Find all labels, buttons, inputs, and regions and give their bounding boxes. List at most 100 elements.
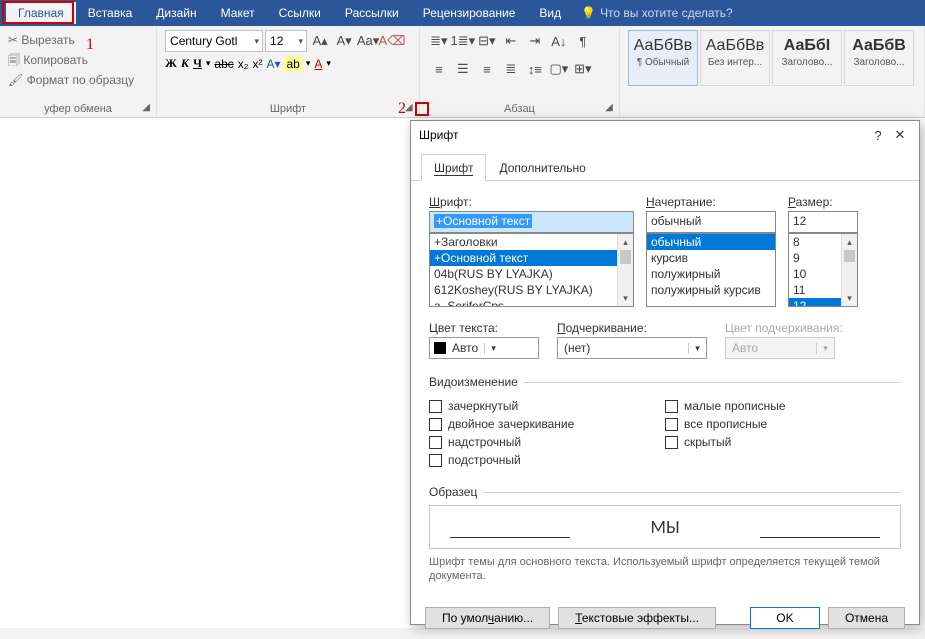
font-name-input-value: +Основной текст [434, 214, 532, 228]
style-label: Без интер... [703, 57, 767, 68]
btn-default[interactable]: По умолчанию... [425, 607, 550, 629]
borders-icon[interactable]: ⊞▾ [572, 58, 594, 80]
copy-button[interactable]: 🗐 Копировать [8, 50, 148, 70]
tab-layout[interactable]: Макет [209, 2, 267, 24]
shrink-font-icon[interactable]: A▾ [333, 30, 355, 52]
size-list[interactable]: 8 9 10 11 12 ▴▾ [788, 233, 858, 307]
copy-label: Копировать [23, 53, 88, 67]
tab-design[interactable]: Дизайн [144, 2, 208, 24]
italic-button[interactable]: К [181, 56, 189, 71]
cut-button[interactable]: ✂ Вырезать [8, 30, 148, 50]
scrollbar[interactable]: ▴▾ [617, 234, 633, 306]
ribbon: ✂ Вырезать 🗐 Копировать 🖌 Формат по обра… [0, 26, 925, 118]
btn-cancel[interactable]: Отмена [828, 607, 905, 629]
group-paragraph-title: Абзац [420, 103, 619, 115]
grow-font-icon[interactable]: A▴ [309, 30, 331, 52]
list-item[interactable]: курсив [647, 250, 775, 266]
tab-view[interactable]: Вид [527, 2, 573, 24]
chk-strike[interactable]: зачеркнутый [429, 397, 665, 415]
tab-home[interactable]: Главная [6, 2, 76, 24]
underline-button[interactable]: Ч [193, 56, 202, 71]
format-painter-button[interactable]: 🖌 Формат по образцу [8, 70, 148, 90]
change-case-icon[interactable]: Aa▾ [357, 30, 379, 52]
tab-insert[interactable]: Вставка [76, 2, 145, 24]
list-item[interactable]: обычный [647, 234, 775, 250]
shading-icon[interactable]: ▢▾ [548, 58, 570, 80]
list-item[interactable]: a_SeriferCps [430, 298, 633, 307]
chk-label: зачеркнутый [448, 399, 518, 413]
chk-label: все прописные [684, 417, 767, 431]
dlg-tab-font[interactable]: Шрифт [421, 154, 486, 181]
list-item[interactable]: 04b(RUS BY LYAJKA) [430, 266, 633, 282]
style-heading2[interactable]: АаБбВ Заголово... [844, 30, 914, 86]
chk-hidden[interactable]: скрытый [665, 433, 901, 451]
btn-default-label: По умолчанию... [442, 611, 533, 625]
clipboard-launcher[interactable]: ◢ [140, 102, 152, 114]
size-input[interactable]: 12 [788, 211, 858, 233]
chk-superscript[interactable]: надстрочный [429, 433, 665, 451]
list-item[interactable]: +Заголовки [430, 234, 633, 250]
show-marks-icon[interactable]: ¶ [572, 30, 594, 52]
chk-smallcaps[interactable]: малые прописные [665, 397, 901, 415]
numbering-icon[interactable]: 1≣▾ [452, 30, 474, 52]
style-preview: АаБбВв [703, 33, 767, 57]
clear-format-icon[interactable]: A⌫ [381, 30, 403, 52]
style-preview: АаБбI [775, 33, 839, 57]
text-effects-button[interactable]: A▾ [266, 57, 280, 71]
increase-indent-icon[interactable]: ⇥ [524, 30, 546, 52]
line-spacing-icon[interactable]: ↕≡ [524, 58, 546, 80]
close-icon[interactable]: ✕ [889, 127, 911, 143]
font-name-value: Century Gotl [170, 34, 237, 48]
align-left-icon[interactable]: ≡ [428, 58, 450, 80]
font-name-combo[interactable]: Century Gotl [165, 30, 263, 52]
chk-subscript[interactable]: подстрочный [429, 451, 665, 469]
chk-label: скрытый [684, 435, 731, 449]
scrollbar[interactable]: ▴▾ [841, 234, 857, 306]
list-item[interactable]: полужирный [647, 266, 775, 282]
paragraph-launcher[interactable]: ◢ [603, 102, 615, 114]
align-justify-icon[interactable]: ≣ [500, 58, 522, 80]
font-name-input[interactable]: +Основной текст [429, 211, 634, 233]
style-heading1[interactable]: АаБбI Заголово... [772, 30, 842, 86]
tell-me[interactable]: 💡 Что вы хотите сделать? [581, 6, 733, 20]
list-item[interactable]: +Основной текст [430, 250, 633, 266]
tab-references[interactable]: Ссылки [267, 2, 333, 24]
btn-ok[interactable]: OK [750, 607, 820, 629]
style-nospacing[interactable]: АаБбВв Без интер... [700, 30, 770, 86]
tab-mailings[interactable]: Рассылки [333, 2, 411, 24]
help-icon[interactable]: ? [867, 128, 889, 143]
group-clipboard: ✂ Вырезать 🗐 Копировать 🖌 Формат по обра… [0, 26, 157, 117]
underline-color-value: Авто [726, 341, 764, 355]
btn-text-effects[interactable]: Текстовые эффекты... [558, 607, 716, 629]
chk-label: малые прописные [684, 399, 786, 413]
chk-dblstrike[interactable]: двойное зачеркивание [429, 415, 665, 433]
superscript-button[interactable]: x² [252, 57, 262, 71]
font-color-button[interactable]: A [314, 57, 322, 71]
font-size-combo[interactable]: 12 [265, 30, 307, 52]
dlg-tab-advanced[interactable]: Дополнительно [486, 154, 598, 181]
font-color-dropdown[interactable]: Авто ▾ [429, 337, 539, 359]
style-input[interactable]: обычный [646, 211, 776, 233]
tab-review[interactable]: Рецензирование [411, 2, 528, 24]
subscript-button[interactable]: x₂ [238, 57, 249, 71]
font-name-list[interactable]: +Заголовки +Основной текст 04b(RUS BY LY… [429, 233, 634, 307]
align-center-icon[interactable]: ☰ [452, 58, 474, 80]
bold-button[interactable]: Ж [165, 56, 177, 71]
decrease-indent-icon[interactable]: ⇤ [500, 30, 522, 52]
highlight-button[interactable]: ab [284, 57, 301, 71]
style-list-label: Начертание: [646, 195, 776, 209]
dialog-title: Шрифт [419, 128, 867, 142]
strike-button[interactable]: abc [214, 57, 233, 71]
list-item[interactable]: полужирный курсив [647, 282, 775, 298]
chk-allcaps[interactable]: все прописные [665, 415, 901, 433]
sort-icon[interactable]: A↓ [548, 30, 570, 52]
underline-color-label: Цвет подчеркивания: [725, 321, 843, 335]
multilevel-icon[interactable]: ⊟▾ [476, 30, 498, 52]
style-normal[interactable]: АаБбВв ¶ Обычный [628, 30, 698, 86]
align-right-icon[interactable]: ≡ [476, 58, 498, 80]
list-item[interactable]: 612Koshey(RUS BY LYAJKA) [430, 282, 633, 298]
group-paragraph: ≣▾ 1≣▾ ⊟▾ ⇤ ⇥ A↓ ¶ ≡ ☰ ≡ ≣ ↕≡ ▢▾ ⊞▾ Абза… [420, 26, 620, 117]
underline-dropdown[interactable]: (нет) ▾ [557, 337, 707, 359]
style-list[interactable]: обычный курсив полужирный полужирный кур… [646, 233, 776, 307]
bullets-icon[interactable]: ≣▾ [428, 30, 450, 52]
